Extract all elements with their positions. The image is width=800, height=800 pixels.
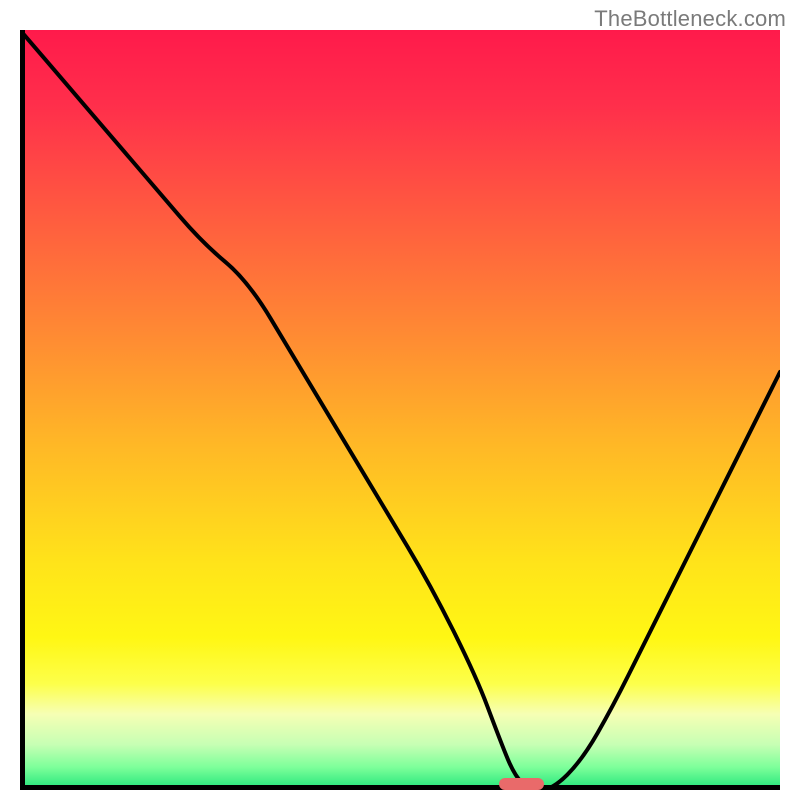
curve-path: [20, 30, 780, 790]
bottleneck-curve: [20, 30, 780, 790]
plot-frame: [20, 30, 780, 790]
optimal-marker: [499, 778, 545, 790]
plot-area: [20, 30, 780, 790]
watermark-text: TheBottleneck.com: [594, 6, 786, 32]
